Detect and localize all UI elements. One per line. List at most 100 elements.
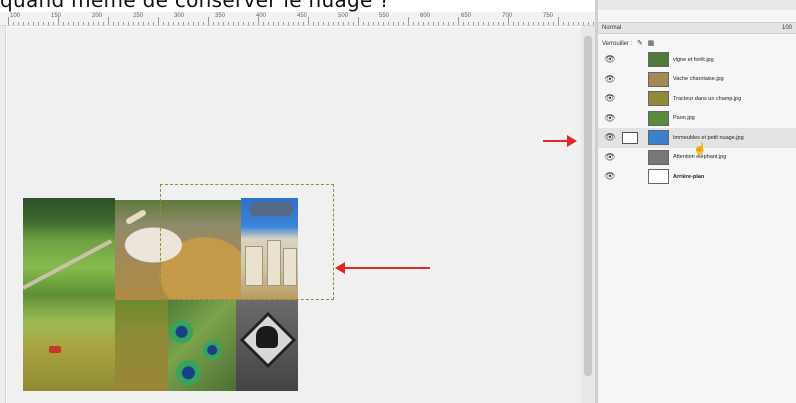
panel-tabs[interactable] (598, 0, 796, 10)
ruler-tick (198, 22, 199, 25)
eye-icon[interactable]: 👁 (598, 132, 622, 143)
layer-row[interactable]: 👁 Arrière-plan (598, 167, 796, 187)
ruler-tick (228, 22, 229, 25)
ruler-tick (463, 22, 464, 25)
elephant-sign-photo[interactable] (236, 300, 298, 391)
layer-name[interactable]: vigne et forêt.jpg (673, 57, 714, 63)
chain-toggle[interactable] (622, 73, 648, 85)
chain-toggle[interactable] (622, 54, 648, 66)
ruler-tick (488, 22, 489, 25)
ruler-tick (388, 22, 389, 25)
layer-row[interactable]: 👁 Vache charolaise.jpg (598, 70, 796, 90)
ruler-tick (443, 22, 444, 25)
scrollbar-thumb[interactable] (584, 36, 592, 376)
chain-toggle[interactable] (622, 112, 648, 124)
eye-icon[interactable]: 👁 (598, 113, 622, 124)
eye-icon[interactable]: 👁 (598, 152, 622, 163)
eye-icon[interactable]: 👁 (598, 74, 622, 85)
ruler-tick (423, 22, 424, 25)
layer-thumbnail[interactable] (648, 149, 669, 165)
layer-row[interactable]: 👁 vigne et forêt.jpg (598, 50, 796, 70)
ruler-tick (253, 22, 254, 25)
layer-name[interactable]: Arrière-plan (673, 174, 704, 180)
layer-name[interactable]: Immeubles et petit nuage.jpg (673, 135, 744, 141)
ruler-tick (433, 22, 434, 25)
brush-lock-icon[interactable]: ✎ (637, 39, 643, 47)
ruler-tick (8, 17, 9, 25)
ruler-tick (293, 22, 294, 25)
ruler-tick (148, 22, 149, 25)
layer-row[interactable]: 👁 Tracteur dans un champ.jpg (598, 89, 796, 109)
ruler-tick (493, 22, 494, 25)
ruler-label: 550 (379, 13, 390, 19)
ruler-tick (358, 17, 359, 25)
ruler-tick (93, 22, 94, 25)
ruler-tick (208, 17, 209, 25)
ruler-tick (418, 22, 419, 25)
ruler-tick (483, 22, 484, 25)
horizontal-ruler[interactable]: 100 150 200 250 300 350 400 450 500 550 600 650 700 7… (0, 12, 596, 26)
eye-icon[interactable]: 👁 (598, 93, 622, 104)
red-arrow-panel (543, 135, 577, 147)
chain-toggle[interactable] (622, 151, 648, 163)
ruler-label: 500 (338, 13, 349, 19)
canvas-vertical-scrollbar[interactable] (581, 26, 595, 403)
opacity-value[interactable]: 100 (782, 25, 792, 31)
ruler-label: 600 (420, 13, 431, 19)
chain-toggle[interactable] (622, 171, 648, 183)
caption-text: quand même de conserver le nuage ? (0, 0, 391, 12)
ruler-tick (343, 22, 344, 25)
eye-icon[interactable]: 👁 (598, 54, 622, 65)
ruler-tick (518, 22, 519, 25)
chain-toggle[interactable] (622, 93, 648, 105)
layer-thumbnail[interactable] (648, 71, 669, 87)
ruler-tick (53, 22, 54, 25)
ruler-tick (238, 22, 239, 25)
ruler-tick (243, 22, 244, 25)
ruler-tick (513, 22, 514, 25)
ruler-tick (563, 22, 564, 25)
ruler-tick (273, 22, 274, 25)
layer-thumbnail[interactable] (648, 110, 669, 126)
ruler-tick (378, 22, 379, 25)
ruler-tick (13, 22, 14, 25)
ruler-tick (223, 22, 224, 25)
layer-row[interactable]: 👁 Paon.jpg (598, 109, 796, 129)
layer-thumbnail[interactable] (648, 52, 669, 68)
layer-name[interactable]: Attention éléphant.jpg (673, 154, 726, 160)
ruler-tick (168, 22, 169, 25)
chain-toggle[interactable] (622, 131, 638, 144)
alpha-lock-icon[interactable]: ▦ (648, 39, 655, 47)
mode-select[interactable]: Normal (602, 25, 621, 31)
ruler-tick (288, 22, 289, 25)
ruler-tick (313, 22, 314, 25)
red-arrow-canvas (335, 262, 430, 274)
ruler-tick (303, 22, 304, 25)
elephant-icon (256, 326, 278, 348)
layer-name[interactable]: Paon.jpg (673, 115, 695, 121)
field-photo-bottom[interactable] (115, 300, 168, 391)
ruler-tick (458, 17, 459, 25)
fields-photo[interactable] (23, 198, 115, 391)
eye-icon[interactable]: 👁 (598, 171, 622, 182)
layer-thumbnail[interactable] (648, 169, 669, 185)
ruler-tick (403, 22, 404, 25)
layer-name[interactable]: Tracteur dans un champ.jpg (673, 96, 741, 102)
vertical-ruler[interactable] (0, 26, 6, 403)
ruler-tick (538, 22, 539, 25)
ruler-tick (318, 22, 319, 25)
layer-boundary-selection[interactable] (160, 184, 334, 300)
layer-name[interactable]: Vache charolaise.jpg (673, 76, 724, 82)
road-stripe (23, 239, 113, 290)
ruler-tick (473, 22, 474, 25)
ruler-label: 250 (133, 13, 144, 19)
layer-thumbnail[interactable] (648, 91, 669, 107)
ruler-tick (568, 22, 569, 25)
layer-thumbnail[interactable] (648, 130, 669, 146)
peacock-photo[interactable] (168, 300, 236, 391)
ruler-tick (73, 22, 74, 25)
ruler-tick (333, 22, 334, 25)
ruler-tick (578, 22, 579, 25)
ruler-label: 150 (51, 13, 62, 19)
ruler-tick (178, 22, 179, 25)
